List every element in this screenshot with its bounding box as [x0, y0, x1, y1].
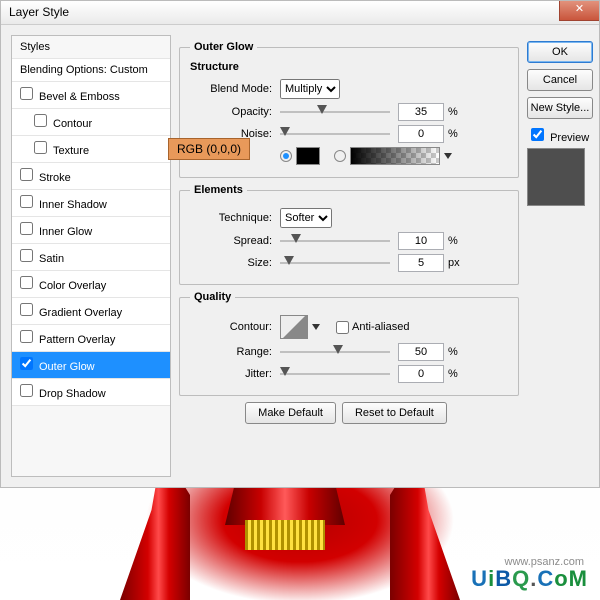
style-check[interactable]: [20, 195, 33, 208]
style-check[interactable]: [20, 384, 33, 397]
close-button[interactable]: ✕: [559, 1, 599, 21]
style-contour[interactable]: Contour: [12, 109, 170, 136]
dialog-titlebar[interactable]: Layer Style: [1, 1, 599, 25]
glow-gradient-swatch[interactable]: [350, 147, 440, 165]
dialog-title: Layer Style: [9, 5, 69, 19]
settings-panel: Outer Glow Structure Blend Mode: Multipl…: [171, 35, 527, 477]
quality-title: Quality: [190, 291, 235, 303]
style-gradient-overlay[interactable]: Gradient Overlay: [12, 298, 170, 325]
style-check[interactable]: [34, 114, 47, 127]
size-value[interactable]: 5: [398, 254, 444, 272]
noise-value[interactable]: 0: [398, 125, 444, 143]
new-style-button[interactable]: New Style...: [527, 97, 593, 119]
jitter-label: Jitter:: [190, 368, 272, 380]
range-slider[interactable]: [280, 345, 390, 359]
contour-picker[interactable]: [280, 315, 308, 339]
quality-fieldset: Quality Contour: Anti-aliased Range: 50 …: [179, 291, 519, 396]
spread-unit: %: [448, 235, 468, 247]
rgb-callout: RGB (0,0,0): [168, 138, 250, 160]
opacity-unit: %: [448, 106, 468, 118]
reset-default-button[interactable]: Reset to Default: [342, 402, 447, 424]
jitter-unit: %: [448, 368, 468, 380]
technique-label: Technique:: [190, 212, 272, 224]
size-slider[interactable]: [280, 256, 390, 270]
contour-label: Contour:: [190, 321, 272, 333]
style-inner-shadow[interactable]: Inner Shadow: [12, 190, 170, 217]
style-check[interactable]: [20, 222, 33, 235]
blend-mode-select[interactable]: Multiply: [280, 79, 340, 99]
anti-alias-check[interactable]: [336, 321, 349, 334]
opacity-label: Opacity:: [190, 106, 272, 118]
style-check[interactable]: [20, 330, 33, 343]
style-bevel-emboss[interactable]: Bevel & Emboss: [12, 82, 170, 109]
size-unit: px: [448, 257, 468, 269]
style-check[interactable]: [20, 168, 33, 181]
opacity-slider[interactable]: [280, 105, 390, 119]
outer-glow-legend: Outer Glow: [190, 41, 257, 53]
spread-value[interactable]: 10: [398, 232, 444, 250]
dialog-buttons: OK Cancel New Style... Preview: [527, 35, 599, 477]
blend-mode-label: Blend Mode:: [190, 83, 272, 95]
styles-list: Styles Blending Options: Custom Bevel & …: [11, 35, 171, 477]
spread-label: Spread:: [190, 235, 272, 247]
elements-title: Elements: [190, 184, 247, 196]
technique-select[interactable]: Softer: [280, 208, 332, 228]
style-check[interactable]: [34, 141, 47, 154]
style-satin[interactable]: Satin: [12, 244, 170, 271]
range-value[interactable]: 50: [398, 343, 444, 361]
range-label: Range:: [190, 346, 272, 358]
noise-unit: %: [448, 128, 468, 140]
style-check[interactable]: [20, 87, 33, 100]
styles-header[interactable]: Styles: [12, 36, 170, 59]
style-check[interactable]: [20, 249, 33, 262]
preview-swatch: [527, 148, 585, 206]
ok-button[interactable]: OK: [527, 41, 593, 63]
rocket-base: [225, 485, 345, 525]
style-texture[interactable]: Texture: [12, 136, 170, 163]
style-check[interactable]: [20, 303, 33, 316]
spread-slider[interactable]: [280, 234, 390, 248]
style-inner-glow[interactable]: Inner Glow: [12, 217, 170, 244]
opacity-value[interactable]: 35: [398, 103, 444, 121]
preview-check[interactable]: [531, 128, 544, 141]
anti-alias-label: Anti-aliased: [352, 321, 409, 333]
style-stroke[interactable]: Stroke: [12, 163, 170, 190]
style-color-overlay[interactable]: Color Overlay: [12, 271, 170, 298]
style-check[interactable]: [20, 357, 33, 370]
rocket-exhaust: [245, 520, 325, 550]
noise-slider[interactable]: [280, 127, 390, 141]
size-label: Size:: [190, 257, 272, 269]
style-outer-glow[interactable]: Outer Glow: [12, 352, 170, 379]
jitter-value[interactable]: 0: [398, 365, 444, 383]
structure-title: Structure: [190, 61, 508, 73]
color-radio[interactable]: [280, 150, 292, 162]
layer-style-dialog: Layer Style ✕ Styles Blending Options: C…: [0, 0, 600, 488]
watermark-main: UiBQ.CoM: [471, 566, 588, 592]
elements-fieldset: Elements Technique: Softer Spread: 10 % …: [179, 184, 519, 285]
range-unit: %: [448, 346, 468, 358]
style-drop-shadow[interactable]: Drop Shadow: [12, 379, 170, 406]
gradient-dropdown-icon[interactable]: [444, 153, 452, 159]
make-default-button[interactable]: Make Default: [245, 402, 336, 424]
style-pattern-overlay[interactable]: Pattern Overlay: [12, 325, 170, 352]
contour-dropdown-icon[interactable]: [312, 324, 320, 330]
gradient-radio[interactable]: [334, 150, 346, 162]
jitter-slider[interactable]: [280, 367, 390, 381]
style-check[interactable]: [20, 276, 33, 289]
glow-color-swatch[interactable]: [296, 147, 320, 165]
cancel-button[interactable]: Cancel: [527, 69, 593, 91]
blending-options[interactable]: Blending Options: Custom: [12, 59, 170, 82]
preview-label: Preview: [550, 132, 589, 144]
